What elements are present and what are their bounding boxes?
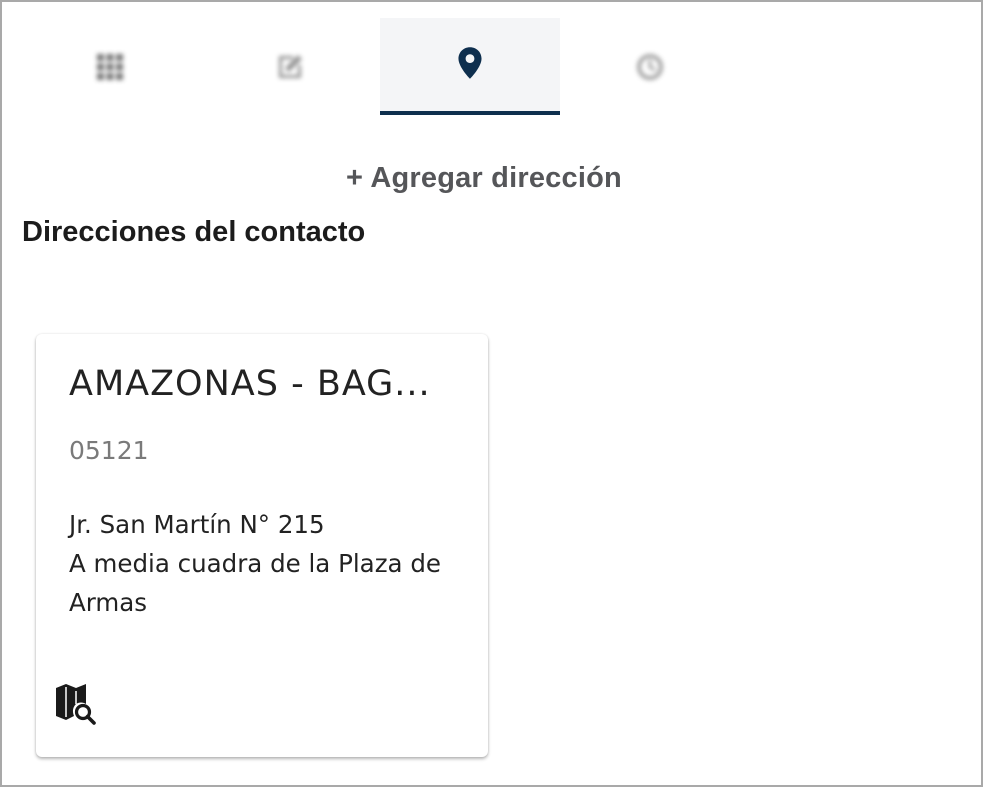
tab-addresses[interactable] xyxy=(380,18,560,115)
tab-history[interactable] xyxy=(560,18,740,115)
address-line-1: Jr. San Martín N° 215 xyxy=(69,510,325,539)
edit-note-icon xyxy=(279,54,302,78)
contact-addresses-panel: + Agregar dirección Direcciones del cont… xyxy=(0,0,983,787)
tab-bar xyxy=(20,18,740,115)
add-address-button[interactable]: + Agregar dirección xyxy=(346,162,622,204)
address-card-title: AMAZONAS - BAG... xyxy=(69,364,431,404)
tab-overview[interactable] xyxy=(20,18,200,115)
tab-notes[interactable] xyxy=(200,18,380,115)
history-icon xyxy=(637,53,663,80)
address-details: Jr. San Martín N° 215 A media cuadra de … xyxy=(69,505,469,622)
location-pin-icon xyxy=(458,46,482,79)
section-title: Direcciones del contacto xyxy=(22,216,366,248)
address-card: AMAZONAS - BAG... 05121 Jr. San Martín N… xyxy=(36,334,488,757)
address-postal-code: 05121 xyxy=(69,436,149,465)
grid-icon xyxy=(97,53,123,80)
map-search-icon[interactable] xyxy=(54,682,100,728)
address-line-2: A media cuadra de la Plaza de Armas xyxy=(69,549,441,617)
